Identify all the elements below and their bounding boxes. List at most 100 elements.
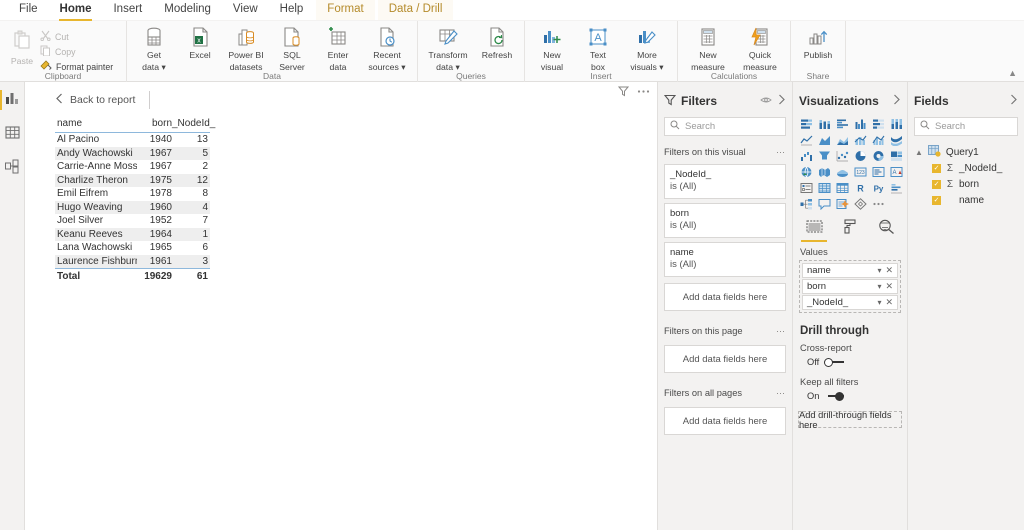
chevron-down-icon[interactable]: ▾: [877, 298, 881, 307]
sidebar-item-model-view[interactable]: [0, 156, 25, 180]
remove-field-icon[interactable]: ✕: [885, 281, 893, 292]
text-box-button[interactable]: A Text box: [575, 23, 621, 72]
table-row[interactable]: Laurence Fishburne 1961 3: [55, 254, 210, 268]
tab-modeling[interactable]: Modeling: [153, 0, 222, 20]
more-visuals-button[interactable]: More visuals ▾: [621, 23, 673, 72]
clustered-bar-chart-icon[interactable]: [834, 116, 851, 131]
ribbon-chart-icon[interactable]: [888, 132, 905, 147]
filter-icon[interactable]: [617, 86, 630, 100]
waterfall-chart-icon[interactable]: [798, 148, 815, 163]
sidebar-item-report-view[interactable]: [0, 88, 25, 112]
back-to-report-button[interactable]: Back to report: [55, 93, 135, 107]
decomposition-tree-icon[interactable]: [798, 196, 815, 211]
arcgis-map-icon[interactable]: [834, 164, 851, 179]
scatter-chart-icon[interactable]: [834, 148, 851, 163]
sidebar-item-data-view[interactable]: [0, 122, 25, 146]
100-stacked-column-chart-icon[interactable]: [888, 116, 905, 131]
fields-tab[interactable]: [801, 217, 827, 242]
table-row[interactable]: Hugo Weaving 1960 4: [55, 200, 210, 214]
card-icon[interactable]: 123: [852, 164, 869, 179]
line-stacked-column-chart-icon[interactable]: [852, 132, 869, 147]
keep-all-filters-toggle[interactable]: [824, 391, 845, 401]
tab-format[interactable]: Format: [316, 0, 375, 20]
tab-insert[interactable]: Insert: [102, 0, 153, 20]
tab-view[interactable]: View: [222, 0, 269, 20]
chevron-up-icon[interactable]: ▲: [915, 148, 923, 157]
remove-field-icon[interactable]: ✕: [885, 297, 893, 308]
sql-server-button[interactable]: SQL Server: [269, 23, 315, 72]
fields-search-input[interactable]: Search: [914, 117, 1018, 136]
multi-row-card-icon[interactable]: [870, 164, 887, 179]
table-row[interactable]: Andy Wachowski 1967 5: [55, 146, 210, 160]
100-stacked-bar-chart-icon[interactable]: [870, 116, 887, 131]
table-row[interactable]: Carrie-Anne Moss 1967 2: [55, 160, 210, 174]
cross-report-toggle-row[interactable]: Off: [793, 353, 907, 367]
well-field-nodeid[interactable]: _NodeId_ ▾ ✕: [802, 295, 898, 310]
chevron-down-icon[interactable]: ▾: [877, 282, 881, 291]
clustered-column-chart-icon[interactable]: [852, 116, 869, 131]
paginated-report-icon[interactable]: [852, 196, 869, 211]
tab-home[interactable]: Home: [49, 0, 103, 21]
filters-search-input[interactable]: Search: [664, 117, 786, 136]
chevron-right-icon[interactable]: [892, 94, 901, 108]
more-options-icon[interactable]: [637, 86, 650, 100]
cut-button[interactable]: Cut: [40, 30, 113, 43]
section-more-icon[interactable]: ⋯: [776, 326, 786, 337]
analytics-tab[interactable]: [875, 217, 897, 239]
format-tab[interactable]: [839, 217, 861, 239]
tab-help[interactable]: Help: [269, 0, 315, 20]
table-row[interactable]: Keanu Reeves 1964 1: [55, 227, 210, 241]
well-field-born[interactable]: born ▾ ✕: [802, 279, 898, 294]
table-row[interactable]: Al Pacino 1940 13: [55, 133, 210, 147]
key-influencers-icon[interactable]: [888, 180, 905, 195]
donut-chart-icon[interactable]: [870, 148, 887, 163]
kpi-icon[interactable]: A: [888, 164, 905, 179]
report-canvas[interactable]: Back to report name born _NodeId_ Al Pac…: [25, 82, 658, 530]
table-row[interactable]: Emil Eifrem 1978 8: [55, 187, 210, 201]
map-icon[interactable]: [798, 164, 815, 179]
table-row[interactable]: Joel Silver 1952 7: [55, 214, 210, 228]
stacked-bar-chart-icon[interactable]: [798, 116, 815, 131]
copy-button[interactable]: Copy: [40, 45, 113, 58]
pie-chart-icon[interactable]: [852, 148, 869, 163]
recent-sources-button[interactable]: Recent sources ▾: [361, 23, 413, 72]
funnel-chart-icon[interactable]: [816, 148, 833, 163]
slicer-icon[interactable]: [798, 180, 815, 195]
remove-field-icon[interactable]: ✕: [885, 265, 893, 276]
smart-narrative-icon[interactable]: [834, 196, 851, 211]
fields-table-query1[interactable]: ▲ Query1: [908, 144, 1024, 160]
stacked-column-chart-icon[interactable]: [816, 116, 833, 131]
treemap-icon[interactable]: [888, 148, 905, 163]
transform-data-button[interactable]: Transform data ▾: [422, 23, 474, 72]
filter-card[interactable]: born is (All): [664, 203, 786, 238]
filter-card[interactable]: _NodeId_ is (All): [664, 164, 786, 199]
eye-hide-icon[interactable]: [760, 95, 772, 108]
table-row[interactable]: Charlize Theron 1975 12: [55, 173, 210, 187]
line-clustered-column-chart-icon[interactable]: [870, 132, 887, 147]
get-data-button[interactable]: Get data ▾: [131, 23, 177, 72]
filter-card[interactable]: name is (All): [664, 242, 786, 277]
paste-button[interactable]: Paste: [4, 25, 40, 66]
values-well[interactable]: name ▾ ✕ born ▾ ✕ _NodeId_ ▾ ✕: [799, 260, 901, 313]
field-item-name[interactable]: ✓ Σ name: [908, 192, 1024, 208]
table-row[interactable]: Lana Wachowski 1965 6: [55, 241, 210, 255]
tab-file[interactable]: File: [8, 0, 49, 20]
new-measure-button[interactable]: New measure: [682, 23, 734, 72]
keep-all-filters-toggle-row[interactable]: On: [793, 387, 907, 401]
field-checkbox[interactable]: ✓: [932, 163, 941, 173]
field-item-nodeid[interactable]: ✓ Σ _NodeId_: [908, 160, 1024, 176]
q-and-a-icon[interactable]: [816, 196, 833, 211]
field-checkbox[interactable]: ✓: [932, 179, 941, 189]
section-more-icon[interactable]: ⋯: [776, 388, 786, 399]
column-header-born[interactable]: born: [137, 118, 172, 129]
chevron-right-icon[interactable]: [1009, 94, 1018, 108]
table-icon[interactable]: [816, 180, 833, 195]
filters-visual-dropzone[interactable]: Add data fields here: [664, 283, 786, 311]
powerbi-datasets-button[interactable]: Power BI datasets: [223, 23, 269, 72]
table-visual[interactable]: name born _NodeId_ Al Pacino 1940 13 And…: [55, 115, 215, 283]
refresh-button[interactable]: Refresh: [474, 23, 520, 60]
publish-button[interactable]: Publish: [795, 23, 841, 60]
quick-measure-button[interactable]: Quick measure: [734, 23, 786, 72]
filled-map-icon[interactable]: [816, 164, 833, 179]
tab-data-drill[interactable]: Data / Drill: [377, 0, 454, 20]
